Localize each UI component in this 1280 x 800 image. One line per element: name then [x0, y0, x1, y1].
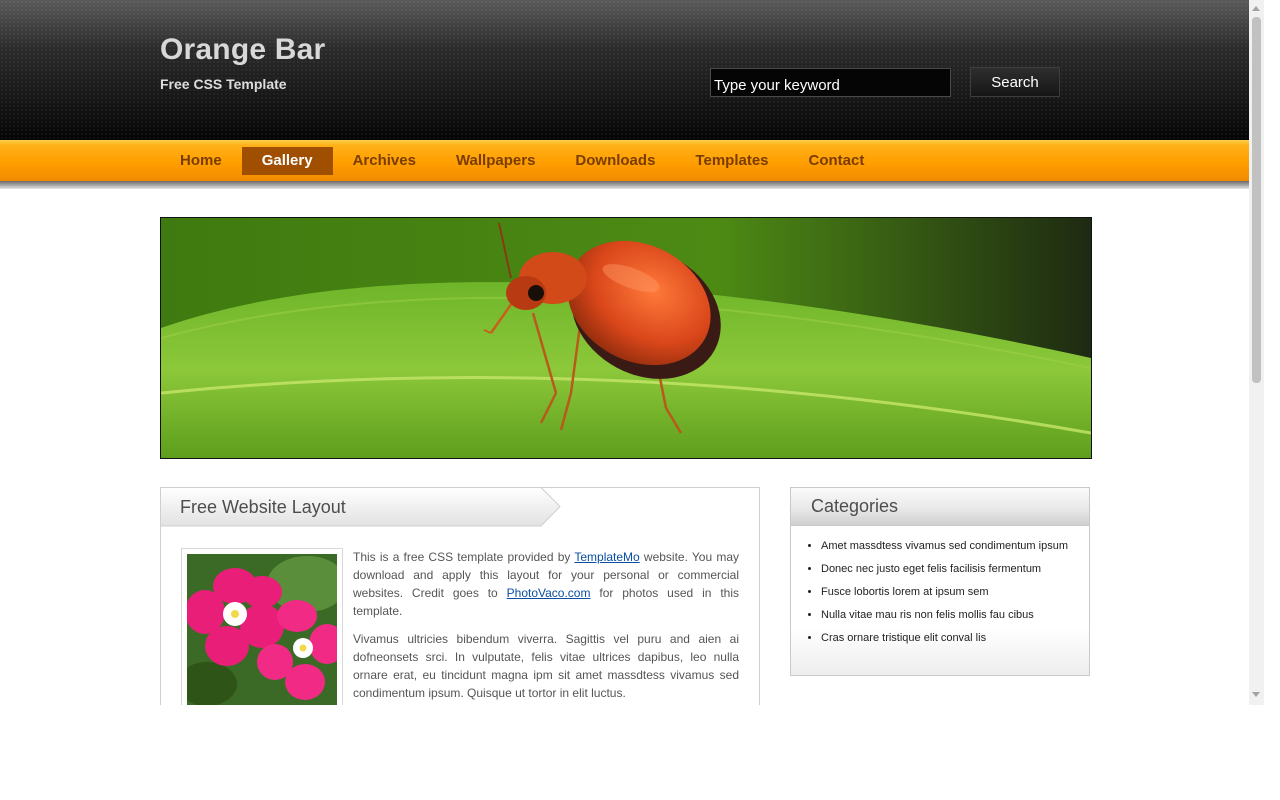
content-section: Free Website Layout This is a free CSS t… — [160, 487, 760, 718]
category-item[interactable]: Cras ornare tristique elit conval lis — [821, 632, 1089, 644]
category-item[interactable]: Nulla vitae mau ris non felis mollis fau… — [821, 609, 1089, 621]
categories-list: Amet massdtess vivamus sed condimentum i… — [791, 526, 1089, 644]
site-tagline: Free CSS Template — [160, 76, 287, 92]
category-item[interactable]: Donec nec justo eget felis facilisis fer… — [821, 563, 1089, 575]
search-input[interactable] — [710, 68, 951, 97]
p1-text-1: This is a free CSS template provided by — [353, 550, 575, 564]
nav-home[interactable]: Home — [160, 147, 242, 175]
pink-flowers-illustration — [187, 554, 337, 706]
category-item[interactable]: Amet massdtess vivamus sed condimentum i… — [821, 540, 1089, 552]
site-header: Orange Bar Free CSS Template Search — [0, 0, 1249, 140]
categories-title: Categories — [811, 496, 899, 516]
scroll-down-icon[interactable] — [1252, 692, 1260, 697]
nav-list: Home Gallery Archives Wallpapers Downloa… — [160, 147, 884, 175]
viewport-bottom — [0, 705, 1249, 800]
page-scrollbar[interactable] — [1249, 0, 1264, 705]
banner-image — [160, 217, 1092, 459]
section-title: Free Website Layout — [180, 497, 346, 517]
scroll-thumb[interactable] — [1252, 17, 1261, 383]
templatemo-link[interactable]: TemplateMo — [574, 550, 639, 564]
flower-photo — [187, 554, 337, 706]
intro-paragraph-2: Vivamus ultricies bibendum viverra. Sagi… — [353, 632, 739, 700]
intro-paragraph-1: This is a free CSS template provided by … — [353, 548, 739, 620]
nav-gallery[interactable]: Gallery — [241, 147, 333, 175]
nav-downloads[interactable]: Downloads — [555, 147, 675, 175]
photo-frame — [181, 548, 343, 718]
nav-wallpapers[interactable]: Wallpapers — [436, 147, 555, 175]
categories-box: Categories Amet massdtess vivamus sed co… — [790, 487, 1090, 676]
photovaco-link[interactable]: PhotoVaco.com — [507, 586, 591, 600]
nav-contact[interactable]: Contact — [789, 147, 885, 175]
scroll-up-icon[interactable] — [1252, 6, 1260, 11]
nav-shadow — [0, 181, 1249, 189]
category-item[interactable]: Fusce lobortis lorem at ipsum sem — [821, 586, 1089, 598]
site-title: Orange Bar — [160, 33, 326, 66]
beetle-leaf-illustration — [161, 218, 1091, 458]
nav-templates[interactable]: Templates — [675, 147, 788, 175]
search-button[interactable]: Search — [970, 67, 1060, 97]
main-nav: Home Gallery Archives Wallpapers Downloa… — [0, 140, 1249, 181]
intro-text: This is a free CSS template provided by … — [353, 548, 739, 712]
nav-archives[interactable]: Archives — [333, 147, 436, 175]
categories-header: Categories — [791, 488, 1089, 526]
